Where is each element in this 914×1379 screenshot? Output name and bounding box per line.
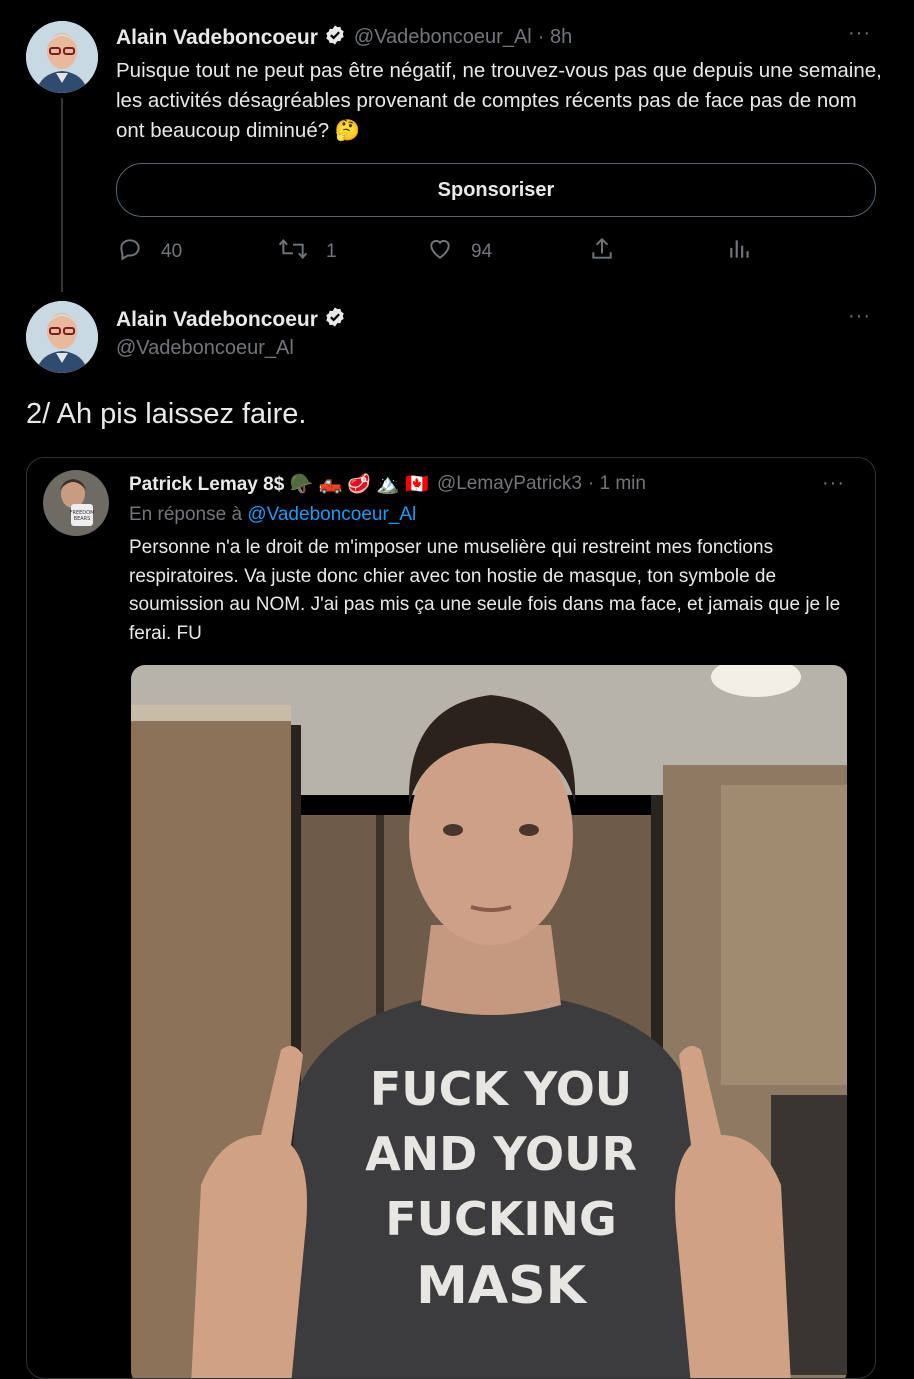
photo-image: FUCK YOU AND YOUR FUCKING MASK xyxy=(131,665,847,1378)
author-handle[interactable]: @Vadeboncoeur_Al xyxy=(116,337,294,360)
tweet-text: Puisque tout ne peut pas être négatif, n… xyxy=(116,59,882,142)
quoted-timestamp[interactable]: · 1 min xyxy=(588,473,646,495)
shirt-text-line2: AND YOUR xyxy=(365,1127,637,1181)
thread-connector-line xyxy=(61,98,63,292)
reply-action[interactable]: 40 xyxy=(117,236,182,268)
sponsor-button[interactable]: Sponsoriser xyxy=(116,163,876,217)
analytics-icon[interactable] xyxy=(727,236,753,267)
avatar-image xyxy=(26,301,98,373)
quoted-author-handle[interactable]: @LemayPatrick3 xyxy=(437,473,582,495)
reply-context-label: En réponse à xyxy=(129,504,243,525)
shirt-text-line3: FUCKING xyxy=(385,1192,617,1246)
retweet-icon xyxy=(278,236,308,268)
reply-count: 40 xyxy=(161,241,183,262)
avatar-image xyxy=(26,21,98,93)
like-count: 94 xyxy=(471,241,493,262)
avatar[interactable]: FREEDOM BEARS xyxy=(43,470,109,536)
avatar[interactable] xyxy=(26,21,98,93)
more-options-icon[interactable]: ··· xyxy=(822,472,845,495)
reply-icon xyxy=(117,236,143,268)
retweet-action[interactable]: 1 xyxy=(278,236,337,268)
shirt-text-line1: FUCK YOU xyxy=(370,1062,632,1116)
author-name[interactable]: Alain Vadeboncoeur xyxy=(116,308,318,332)
avatar[interactable] xyxy=(26,301,98,373)
heart-icon xyxy=(427,236,453,268)
quoted-tweet-text: Personne n'a le droit de m'imposer une m… xyxy=(129,537,841,644)
verified-badge-icon xyxy=(324,24,346,51)
author-name[interactable]: Alain Vadeboncoeur xyxy=(116,26,318,50)
tweet-photo[interactable]: FUCK YOU AND YOUR FUCKING MASK xyxy=(131,665,847,1378)
like-action[interactable]: 94 xyxy=(427,236,492,268)
more-options-icon[interactable]: ··· xyxy=(848,22,871,45)
retweet-count: 1 xyxy=(326,241,337,262)
verified-badge-icon xyxy=(324,306,346,333)
tweet-text: 2/ Ah pis laissez faire. xyxy=(26,398,307,430)
mug-text-line2: BEARS xyxy=(74,516,91,522)
shirt-text-line4: MASK xyxy=(416,1256,587,1316)
share-icon[interactable] xyxy=(589,236,615,267)
quoted-author-name[interactable]: Patrick Lemay 8$ 🪖 🛻 🥩 🏔️ 🇨🇦 xyxy=(129,472,429,496)
quoted-tweet-card[interactable]: FREEDOM BEARS Patrick Lemay 8$ 🪖 🛻 🥩 🏔️ … xyxy=(26,457,876,1379)
tweet-timestamp[interactable]: · 8h xyxy=(538,26,572,49)
more-options-icon[interactable]: ··· xyxy=(848,305,871,328)
author-handle[interactable]: @Vadeboncoeur_Al xyxy=(354,26,532,49)
reply-to-mention[interactable]: @Vadeboncoeur_Al xyxy=(247,504,416,525)
avatar-image: FREEDOM BEARS xyxy=(43,470,109,536)
